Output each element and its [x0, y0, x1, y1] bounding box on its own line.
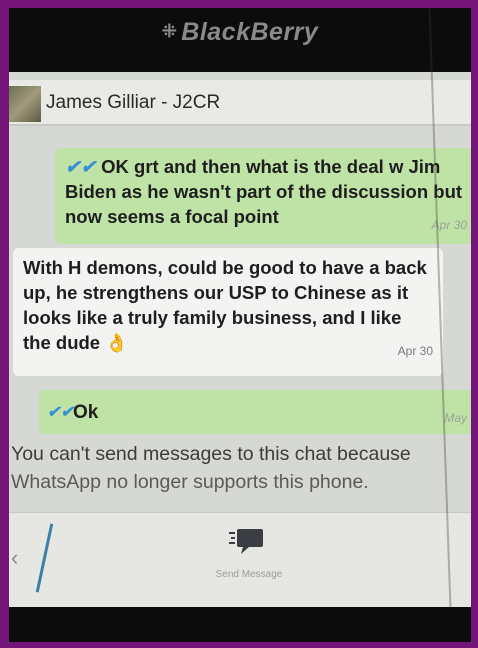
chevron-left-icon[interactable]: ‹	[11, 545, 18, 571]
phone-device: ⁜ BlackBerry James Gilliar - J2CR ✔✔ OK g…	[9, 8, 471, 642]
message-body-2: With H demons, could be good to have a b…	[23, 257, 427, 353]
ok-hand-emoji-icon: 👌	[105, 332, 129, 353]
outer-frame: ⁜ BlackBerry James Gilliar - J2CR ✔✔ OK g…	[0, 0, 478, 648]
blackberry-logo-icon: ⁜	[161, 21, 178, 41]
message-incoming-2[interactable]: With H demons, could be good to have a b…	[13, 248, 443, 376]
unsupported-notice: You can't send messages to this chat bec…	[11, 440, 469, 496]
message-time-3: May	[444, 411, 467, 425]
brand-text: BlackBerry	[181, 18, 319, 46]
message-text-2: With H demons, could be good to have a b…	[23, 255, 433, 355]
device-brand: ⁜ BlackBerry	[9, 18, 471, 47]
contact-name: James Gilliar - J2CR	[46, 92, 221, 113]
message-body-3: Ok	[73, 402, 99, 423]
double-check-icon: ✔✔	[47, 404, 74, 421]
notice-line-1: You can't send messages to this chat bec…	[11, 443, 411, 465]
chat-header[interactable]: James Gilliar - J2CR	[9, 80, 471, 126]
message-outgoing-1[interactable]: ✔✔ OK grt and then what is the deal w Ji…	[55, 148, 471, 244]
message-time-2: Apr 30	[397, 344, 433, 358]
notice-line-2: WhatsApp no longer supports this phone.	[11, 471, 369, 493]
whatsapp-screen: James Gilliar - J2CR ✔✔ OK grt and then …	[9, 72, 471, 607]
avatar[interactable]	[9, 86, 41, 122]
send-message-icon[interactable]	[229, 527, 265, 555]
bottom-action-bar: ‹ Send Message	[9, 512, 471, 607]
message-text-1: ✔✔ OK grt and then what is the deal w Ji…	[65, 154, 465, 229]
divider	[35, 523, 54, 593]
send-message-label[interactable]: Send Message	[199, 569, 299, 580]
message-outgoing-3[interactable]: ✔✔ Ok May	[39, 390, 471, 434]
message-body-1: OK grt and then what is the deal w Jim B…	[65, 156, 463, 227]
double-check-icon: ✔✔	[65, 156, 97, 177]
